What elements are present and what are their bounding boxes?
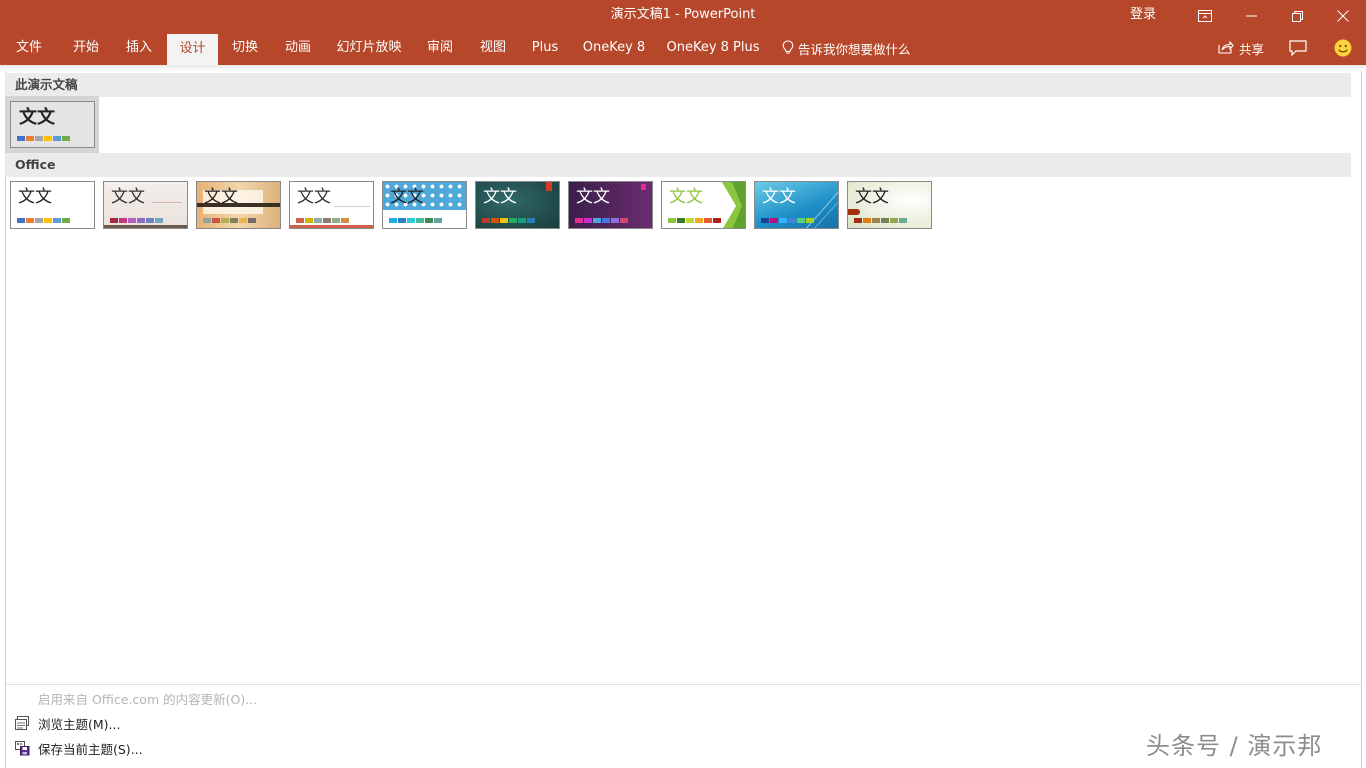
theme-color-swatches [203, 218, 257, 223]
theme-sample-text: 文文 [669, 187, 703, 207]
watermark-text: 头条号 / 演示邦 [1146, 732, 1323, 760]
browse-themes-menu-item[interactable]: 浏览主题(M)... [6, 711, 306, 735]
theme-8[interactable]: 文文 [661, 181, 746, 229]
theme-sample-text: 文文 [19, 107, 55, 128]
restore-icon [1291, 10, 1303, 22]
tab-transitions[interactable]: 切换 [222, 32, 268, 65]
restore-button[interactable] [1274, 0, 1320, 32]
menu-item-label: 启用来自 Office.com 的内容更新(O)... [38, 691, 258, 707]
ribbon-display-icon [1198, 10, 1212, 22]
theme-3[interactable]: 文文 [196, 181, 281, 229]
save-theme-icon [6, 740, 38, 756]
theme-sample-text: 文文 [390, 187, 424, 207]
minimize-button[interactable] [1228, 0, 1274, 32]
tab-view[interactable]: 视图 [470, 32, 516, 65]
comment-icon [1289, 39, 1307, 59]
tab-insert[interactable]: 插入 [115, 32, 163, 65]
theme-7[interactable]: 文文 [568, 181, 653, 229]
theme-color-swatches [389, 218, 443, 223]
theme-4[interactable]: 文文 [289, 181, 374, 229]
tab-file[interactable]: 文件 [6, 32, 52, 65]
theme-color-swatches [110, 218, 164, 223]
theme-decoration [334, 206, 370, 207]
tab-design[interactable]: 设计 [167, 34, 218, 65]
ribbon-display-options-button[interactable] [1182, 0, 1228, 32]
close-icon [1337, 10, 1349, 22]
theme-decoration [546, 182, 552, 191]
gallery-shadow [0, 65, 1366, 71]
tab-home[interactable]: 开始 [62, 32, 110, 65]
theme-bottom-bar [104, 225, 187, 228]
theme-sample-text: 文文 [297, 187, 331, 207]
section-header-this-presentation: 此演示文稿 [5, 73, 1351, 97]
theme-9[interactable]: 文文 [754, 181, 839, 229]
theme-color-swatches [17, 136, 71, 141]
browse-themes-icon [6, 715, 38, 731]
theme-sample-text: 文文 [762, 187, 796, 207]
theme-sample-text: 文文 [204, 187, 238, 207]
ribbon-tab-bar: 文件 开始 插入 设计 切换 动画 幻灯片放映 审阅 视图 Plus OneKe… [0, 32, 1366, 65]
theme-10[interactable]: 文文 [847, 181, 932, 229]
window-title: 演示文稿1 - PowerPoint [610, 7, 756, 22]
theme-office[interactable]: 文文 [10, 181, 95, 229]
save-current-theme-menu-item[interactable]: 保存当前主题(S)... [6, 736, 306, 760]
close-button[interactable] [1320, 0, 1366, 32]
theme-color-swatches [575, 218, 629, 223]
tab-onekey-8[interactable]: OneKey 8 [578, 32, 650, 65]
theme-decoration [152, 202, 182, 203]
section-header-office: Office [5, 153, 1351, 177]
theme-color-swatches [854, 218, 908, 223]
tab-animations[interactable]: 动画 [275, 32, 321, 65]
theme-sample-text: 文文 [18, 187, 52, 207]
menu-item-label: 浏览主题(M)... [38, 716, 121, 732]
theme-bottom-bar [290, 225, 373, 228]
theme-decoration [722, 182, 745, 228]
theme-sample-text: 文文 [855, 187, 889, 207]
minimize-icon [1245, 15, 1257, 17]
theme-color-swatches [482, 218, 536, 223]
tell-me-label: 告诉我你想要做什么 [798, 42, 911, 57]
theme-5[interactable]: 文文 [382, 181, 467, 229]
title-bar: 演示文稿1 - PowerPoint 登录 [0, 0, 1366, 32]
tab-plus[interactable]: Plus [524, 32, 566, 65]
theme-decoration [641, 184, 646, 190]
sign-in-link[interactable]: 登录 [1130, 0, 1156, 32]
menu-separator [6, 684, 1362, 685]
share-button[interactable]: 共享 [1218, 32, 1264, 65]
share-label: 共享 [1239, 42, 1265, 57]
lightbulb-icon [782, 39, 798, 58]
comments-button[interactable] [1287, 38, 1309, 60]
theme-sample-text: 文文 [483, 187, 517, 207]
tab-review[interactable]: 审阅 [417, 32, 463, 65]
theme-sample-text: 文文 [576, 187, 610, 207]
theme-decoration [848, 209, 860, 215]
theme-color-swatches [296, 218, 350, 223]
theme-2[interactable]: 文文 [103, 181, 188, 229]
theme-color-swatches [761, 218, 815, 223]
theme-sample-text: 文文 [111, 187, 145, 207]
theme-color-swatches [668, 218, 722, 223]
theme-6[interactable]: 文文 [475, 181, 560, 229]
theme-current-presentation[interactable]: 文文 [10, 101, 95, 148]
share-icon [1218, 40, 1239, 57]
tab-onekey-8-plus[interactable]: OneKey 8 Plus [662, 32, 764, 65]
feedback-button[interactable] [1332, 38, 1354, 60]
menu-item-label: 保存当前主题(S)... [38, 741, 143, 757]
tab-slideshow[interactable]: 幻灯片放映 [331, 32, 407, 65]
enable-office-updates-menu-item[interactable]: 启用来自 Office.com 的内容更新(O)... [6, 686, 306, 710]
smiley-icon [1334, 39, 1352, 60]
tell-me-search[interactable]: 告诉我你想要做什么 [782, 32, 911, 65]
theme-color-swatches [17, 218, 71, 223]
